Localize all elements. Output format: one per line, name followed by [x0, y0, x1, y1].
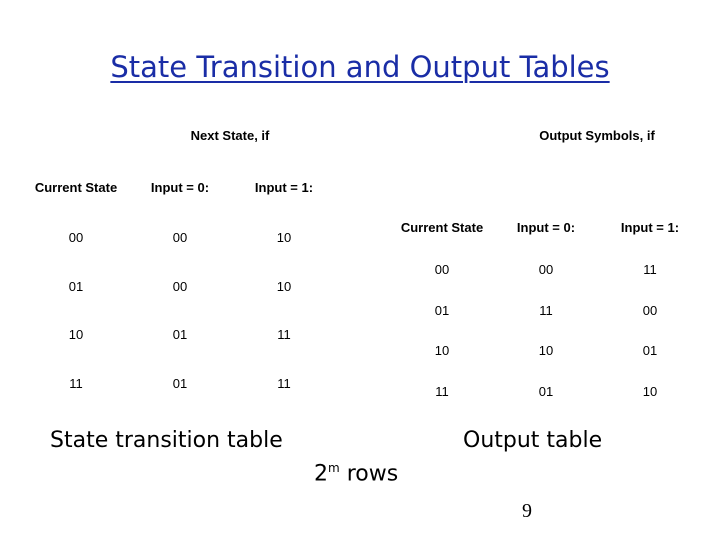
table-cell: 00	[434, 262, 450, 277]
rows-note-exponent: m	[328, 461, 340, 475]
state-table-caption: State transition table	[50, 428, 283, 453]
column-header: Input = 1:	[620, 220, 680, 235]
table-cell: 01	[538, 384, 554, 399]
table-cell: 11	[277, 327, 291, 342]
column-header: Current State	[400, 220, 484, 235]
table-cell: 00	[172, 279, 188, 294]
table-cell: 01	[172, 376, 188, 391]
table-cell: 00	[642, 303, 658, 318]
table-cell: 01	[68, 279, 84, 294]
slide-title: State Transition and Output Tables	[110, 50, 610, 84]
table-cell: 11	[69, 376, 83, 391]
page-number: 9	[522, 500, 532, 522]
table-cell: 01	[172, 327, 188, 342]
table-cell: 10	[68, 327, 84, 342]
rows-note-text: rows	[339, 461, 399, 487]
column-header: Current State	[34, 180, 118, 195]
table-cell: 01	[434, 303, 450, 318]
table-cell: 10	[642, 384, 658, 399]
column-header: Input = 0:	[150, 180, 210, 195]
table-cell: 11	[539, 303, 553, 318]
table-cell: 10	[276, 279, 292, 294]
table-cell: 10	[538, 343, 554, 358]
rows-note: 2m rows	[314, 461, 398, 486]
next-state-header: Next State, if	[190, 128, 270, 143]
table-cell: 01	[642, 343, 658, 358]
table-cell: 00	[172, 230, 188, 245]
table-cell: 11	[277, 376, 291, 391]
rows-note-base: 2	[314, 461, 328, 487]
table-cell: 11	[435, 384, 449, 399]
table-cell: 10	[276, 230, 292, 245]
table-cell: 11	[643, 262, 657, 277]
table-cell: 00	[68, 230, 84, 245]
table-cell: 10	[434, 343, 450, 358]
column-header: Input = 1:	[254, 180, 314, 195]
output-symbols-header: Output Symbols, if	[539, 128, 655, 143]
table-cell: 00	[538, 262, 554, 277]
column-header: Input = 0:	[516, 220, 576, 235]
output-table-caption: Output table	[463, 428, 603, 453]
